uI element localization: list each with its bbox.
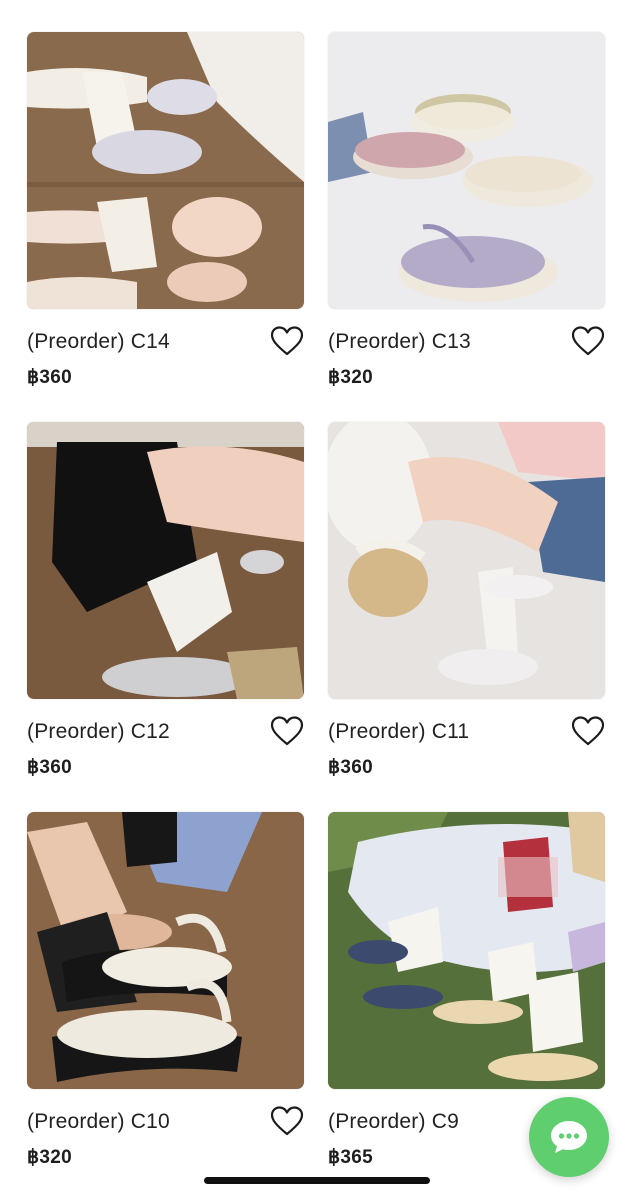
heart-icon[interactable]	[571, 326, 605, 356]
product-title-row: (Preorder) C13	[328, 326, 605, 356]
home-indicator[interactable]	[204, 1177, 430, 1184]
heart-icon[interactable]	[571, 716, 605, 746]
product-price: ฿360	[27, 367, 72, 388]
product-title-row: (Preorder) C12	[27, 716, 304, 746]
heart-icon[interactable]	[270, 716, 304, 746]
product-title-row: (Preorder) C14	[27, 326, 304, 356]
product-title[interactable]: (Preorder) C11	[328, 720, 469, 744]
product-price: ฿320	[328, 367, 373, 388]
product-image[interactable]	[328, 812, 605, 1089]
product-card[interactable]: (Preorder) C14 ฿360	[27, 32, 304, 389]
product-price: ฿360	[328, 757, 373, 778]
product-card[interactable]: (Preorder) C12 ฿360	[27, 422, 304, 779]
product-image[interactable]	[27, 812, 304, 1089]
chat-button[interactable]	[529, 1097, 609, 1177]
heart-icon[interactable]	[270, 326, 304, 356]
product-image[interactable]	[328, 32, 605, 309]
product-title-row: (Preorder) C10	[27, 1106, 304, 1136]
product-title[interactable]: (Preorder) C9	[328, 1110, 459, 1134]
chat-bubble-icon	[551, 1121, 587, 1153]
product-image[interactable]	[328, 422, 605, 699]
product-title-row: (Preorder) C11	[328, 716, 605, 746]
product-card[interactable]: (Preorder) C13 ฿320	[328, 32, 605, 389]
product-image[interactable]	[27, 422, 304, 699]
product-card[interactable]: (Preorder) C10 ฿320	[27, 812, 304, 1169]
product-title[interactable]: (Preorder) C12	[27, 720, 170, 744]
product-title[interactable]: (Preorder) C14	[27, 330, 170, 354]
product-card[interactable]: (Preorder) C11 ฿360	[328, 422, 605, 779]
product-image[interactable]	[27, 32, 304, 309]
product-price: ฿360	[27, 757, 72, 778]
product-title[interactable]: (Preorder) C10	[27, 1110, 170, 1134]
product-title[interactable]: (Preorder) C13	[328, 330, 471, 354]
product-price: ฿320	[27, 1147, 72, 1168]
heart-icon[interactable]	[270, 1106, 304, 1136]
